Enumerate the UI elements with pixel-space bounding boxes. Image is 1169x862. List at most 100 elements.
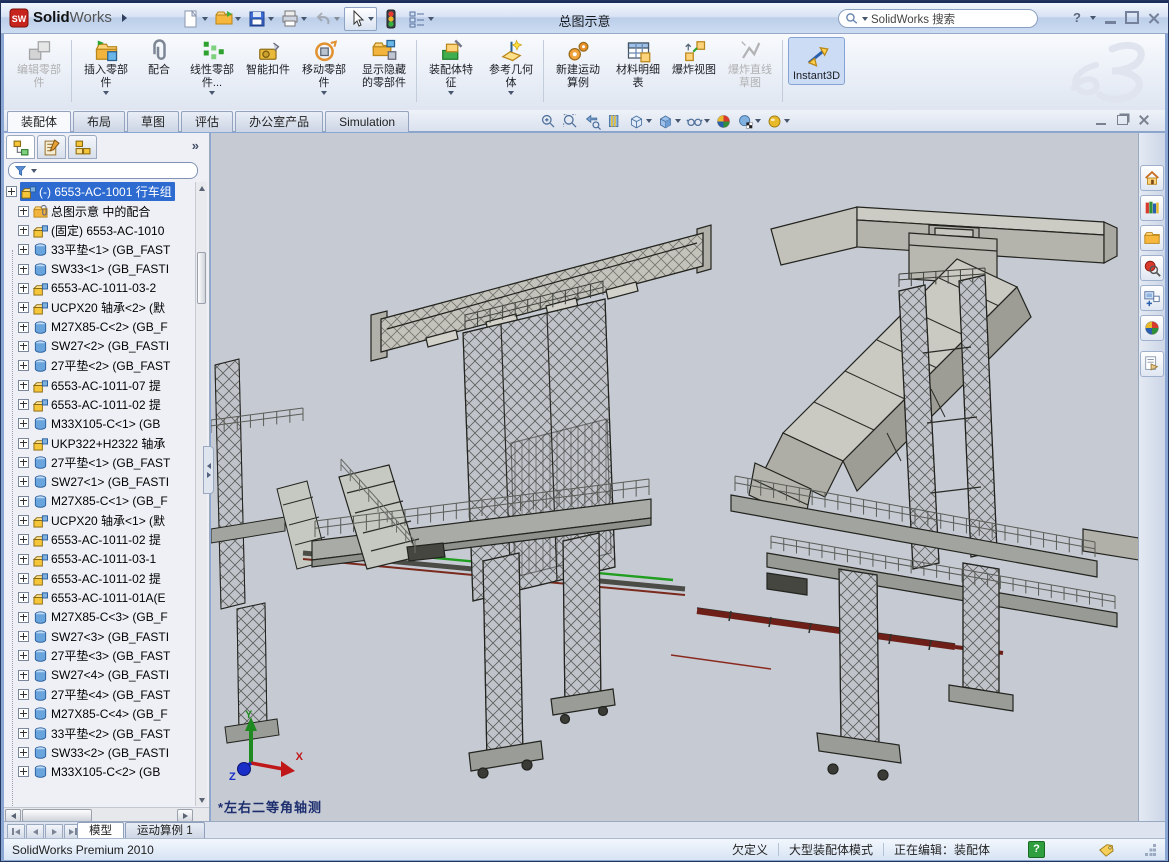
expander-icon[interactable] bbox=[18, 689, 29, 700]
dropdown-arrow-icon[interactable] bbox=[321, 91, 327, 95]
display-style-dropdown-icon[interactable] bbox=[675, 119, 681, 123]
menu-expand-arrow-icon[interactable] bbox=[122, 14, 127, 22]
tree-item[interactable]: 6553-AC-1011-03-2 bbox=[4, 279, 195, 298]
expander-icon[interactable] bbox=[18, 438, 29, 449]
ribbon-button-instant3d[interactable]: Instant3D bbox=[788, 37, 845, 85]
search-button[interactable] bbox=[1140, 255, 1164, 281]
dropdown-arrow-icon[interactable] bbox=[508, 91, 514, 95]
expander-icon[interactable] bbox=[18, 360, 29, 371]
expander-icon[interactable] bbox=[18, 496, 29, 507]
undo-button[interactable] bbox=[311, 8, 342, 30]
panel-more-chevron[interactable]: » bbox=[192, 138, 199, 153]
view-settings-dropdown-icon[interactable] bbox=[784, 119, 790, 123]
expander-icon[interactable] bbox=[18, 476, 29, 487]
view-orientation-button[interactable] bbox=[627, 111, 653, 131]
section-view-button[interactable] bbox=[605, 111, 624, 131]
design-library-button[interactable] bbox=[1140, 195, 1164, 221]
view-palette-button[interactable] bbox=[1140, 285, 1164, 311]
print-dropdown-icon[interactable] bbox=[301, 17, 307, 21]
tree-item[interactable]: (-) 6553-AC-1001 行车组 bbox=[4, 182, 195, 201]
doc-restore-button[interactable] bbox=[1117, 115, 1128, 125]
first-tab-icon[interactable] bbox=[7, 824, 25, 839]
scroll-up-icon[interactable] bbox=[197, 183, 206, 193]
minimize-button[interactable] bbox=[1105, 12, 1116, 24]
open-button[interactable] bbox=[212, 8, 243, 30]
quick-tips-help-icon[interactable]: ? bbox=[1028, 841, 1045, 858]
next-tab-icon[interactable] bbox=[45, 824, 63, 839]
vertical-scroll-thumb[interactable] bbox=[197, 252, 206, 304]
appearances-scenes-button[interactable] bbox=[1140, 315, 1164, 341]
expander-icon[interactable] bbox=[18, 728, 29, 739]
tree-item[interactable]: 33平垫<2> (GB_FAST bbox=[4, 724, 195, 743]
select-dropdown-icon[interactable] bbox=[368, 17, 374, 21]
tree-item[interactable]: 6553-AC-1011-02 提 bbox=[4, 395, 195, 414]
tab-装配体[interactable]: 装配体 bbox=[7, 111, 71, 132]
expander-icon[interactable] bbox=[18, 515, 29, 526]
ribbon-button-assembly-features[interactable]: 装配体特征 bbox=[422, 37, 480, 96]
help-dropdown-icon[interactable] bbox=[1090, 16, 1096, 20]
tree-item[interactable]: SW33<1> (GB_FASTI bbox=[4, 259, 195, 278]
expander-icon[interactable] bbox=[18, 554, 29, 565]
edit-appearance-button[interactable] bbox=[714, 111, 733, 131]
tree-item[interactable]: M27X85-C<3> (GB_F bbox=[4, 608, 195, 627]
feature-manager-tab[interactable] bbox=[6, 135, 35, 159]
previous-tab-icon[interactable] bbox=[26, 824, 44, 839]
apply-scene-button[interactable] bbox=[736, 111, 762, 131]
tree-item[interactable]: M33X105-C<2> (GB bbox=[4, 762, 195, 781]
tree-item[interactable]: M27X85-C<1> (GB_F bbox=[4, 492, 195, 511]
expander-icon[interactable] bbox=[18, 244, 29, 255]
expander-icon[interactable] bbox=[18, 399, 29, 410]
ribbon-button-motion-study[interactable]: 新建运动算例 bbox=[549, 37, 607, 90]
undo-dropdown-icon[interactable] bbox=[334, 17, 340, 21]
tree-item[interactable]: M33X105-C<1> (GB bbox=[4, 414, 195, 433]
viewport-3d[interactable]: X Y Z *左右二等角轴测 bbox=[211, 133, 1140, 821]
ribbon-button-smart-fastener[interactable]: 智能扣件 bbox=[243, 37, 293, 78]
property-manager-tab[interactable] bbox=[37, 135, 66, 159]
expander-icon[interactable] bbox=[18, 302, 29, 313]
ribbon-button-show-hidden[interactable]: 显示隐藏的零部件 bbox=[355, 37, 413, 90]
new-dropdown-icon[interactable] bbox=[202, 17, 208, 21]
expander-icon[interactable] bbox=[18, 650, 29, 661]
ribbon-button-bom[interactable]: 材料明细表 bbox=[609, 37, 667, 90]
doc-minimize-button[interactable] bbox=[1096, 115, 1106, 125]
expander-icon[interactable] bbox=[18, 264, 29, 275]
zoom-to-fit-button[interactable] bbox=[539, 111, 558, 131]
tags-icon[interactable] bbox=[1097, 842, 1115, 858]
file-explorer-button[interactable] bbox=[1140, 225, 1164, 251]
new-button[interactable] bbox=[179, 8, 210, 30]
ribbon-button-exploded-view[interactable]: 爆炸视图 bbox=[669, 37, 719, 78]
sheet-tab-model[interactable]: 模型 bbox=[77, 822, 124, 839]
search-scope-dropdown-icon[interactable] bbox=[862, 17, 868, 21]
expander-icon[interactable] bbox=[18, 766, 29, 777]
tree-filter-box[interactable] bbox=[8, 162, 198, 179]
tree-item[interactable]: UKP322+H2322 轴承 bbox=[4, 433, 195, 452]
rebuild-button[interactable] bbox=[379, 8, 403, 30]
expander-icon[interactable] bbox=[18, 206, 29, 217]
expander-icon[interactable] bbox=[18, 573, 29, 584]
tree-item[interactable]: M27X85-C<2> (GB_F bbox=[4, 317, 195, 336]
expander-icon[interactable] bbox=[18, 534, 29, 545]
expander-icon[interactable] bbox=[18, 612, 29, 623]
hide-show-items-button[interactable] bbox=[685, 111, 711, 131]
dropdown-arrow-icon[interactable] bbox=[103, 91, 109, 95]
expander-icon[interactable] bbox=[18, 283, 29, 294]
expander-icon[interactable] bbox=[18, 708, 29, 719]
tree-item[interactable]: SW33<2> (GB_FASTI bbox=[4, 743, 195, 762]
tab-评估[interactable]: 评估 bbox=[181, 111, 233, 132]
tree-item[interactable]: 6553-AC-1011-02 提 bbox=[4, 569, 195, 588]
expander-icon[interactable] bbox=[18, 380, 29, 391]
display-style-button[interactable] bbox=[656, 111, 682, 131]
view-orientation-dropdown-icon[interactable] bbox=[646, 119, 652, 123]
tree-vertical-scrollbar[interactable] bbox=[195, 182, 207, 806]
dropdown-arrow-icon[interactable] bbox=[209, 91, 215, 95]
print-button[interactable] bbox=[278, 8, 309, 30]
options-dropdown-icon[interactable] bbox=[428, 17, 434, 21]
search-box[interactable]: SolidWorks 搜索 bbox=[838, 9, 1038, 28]
close-button[interactable] bbox=[1148, 12, 1160, 24]
expander-icon[interactable] bbox=[18, 747, 29, 758]
tree-item[interactable]: SW27<2> (GB_FASTI bbox=[4, 337, 195, 356]
expander-icon[interactable] bbox=[6, 186, 17, 197]
tab-办公室产品[interactable]: 办公室产品 bbox=[235, 111, 323, 132]
tree-item[interactable]: SW27<1> (GB_FASTI bbox=[4, 472, 195, 491]
tree-item[interactable]: (固定) 6553-AC-1010 bbox=[4, 221, 195, 240]
